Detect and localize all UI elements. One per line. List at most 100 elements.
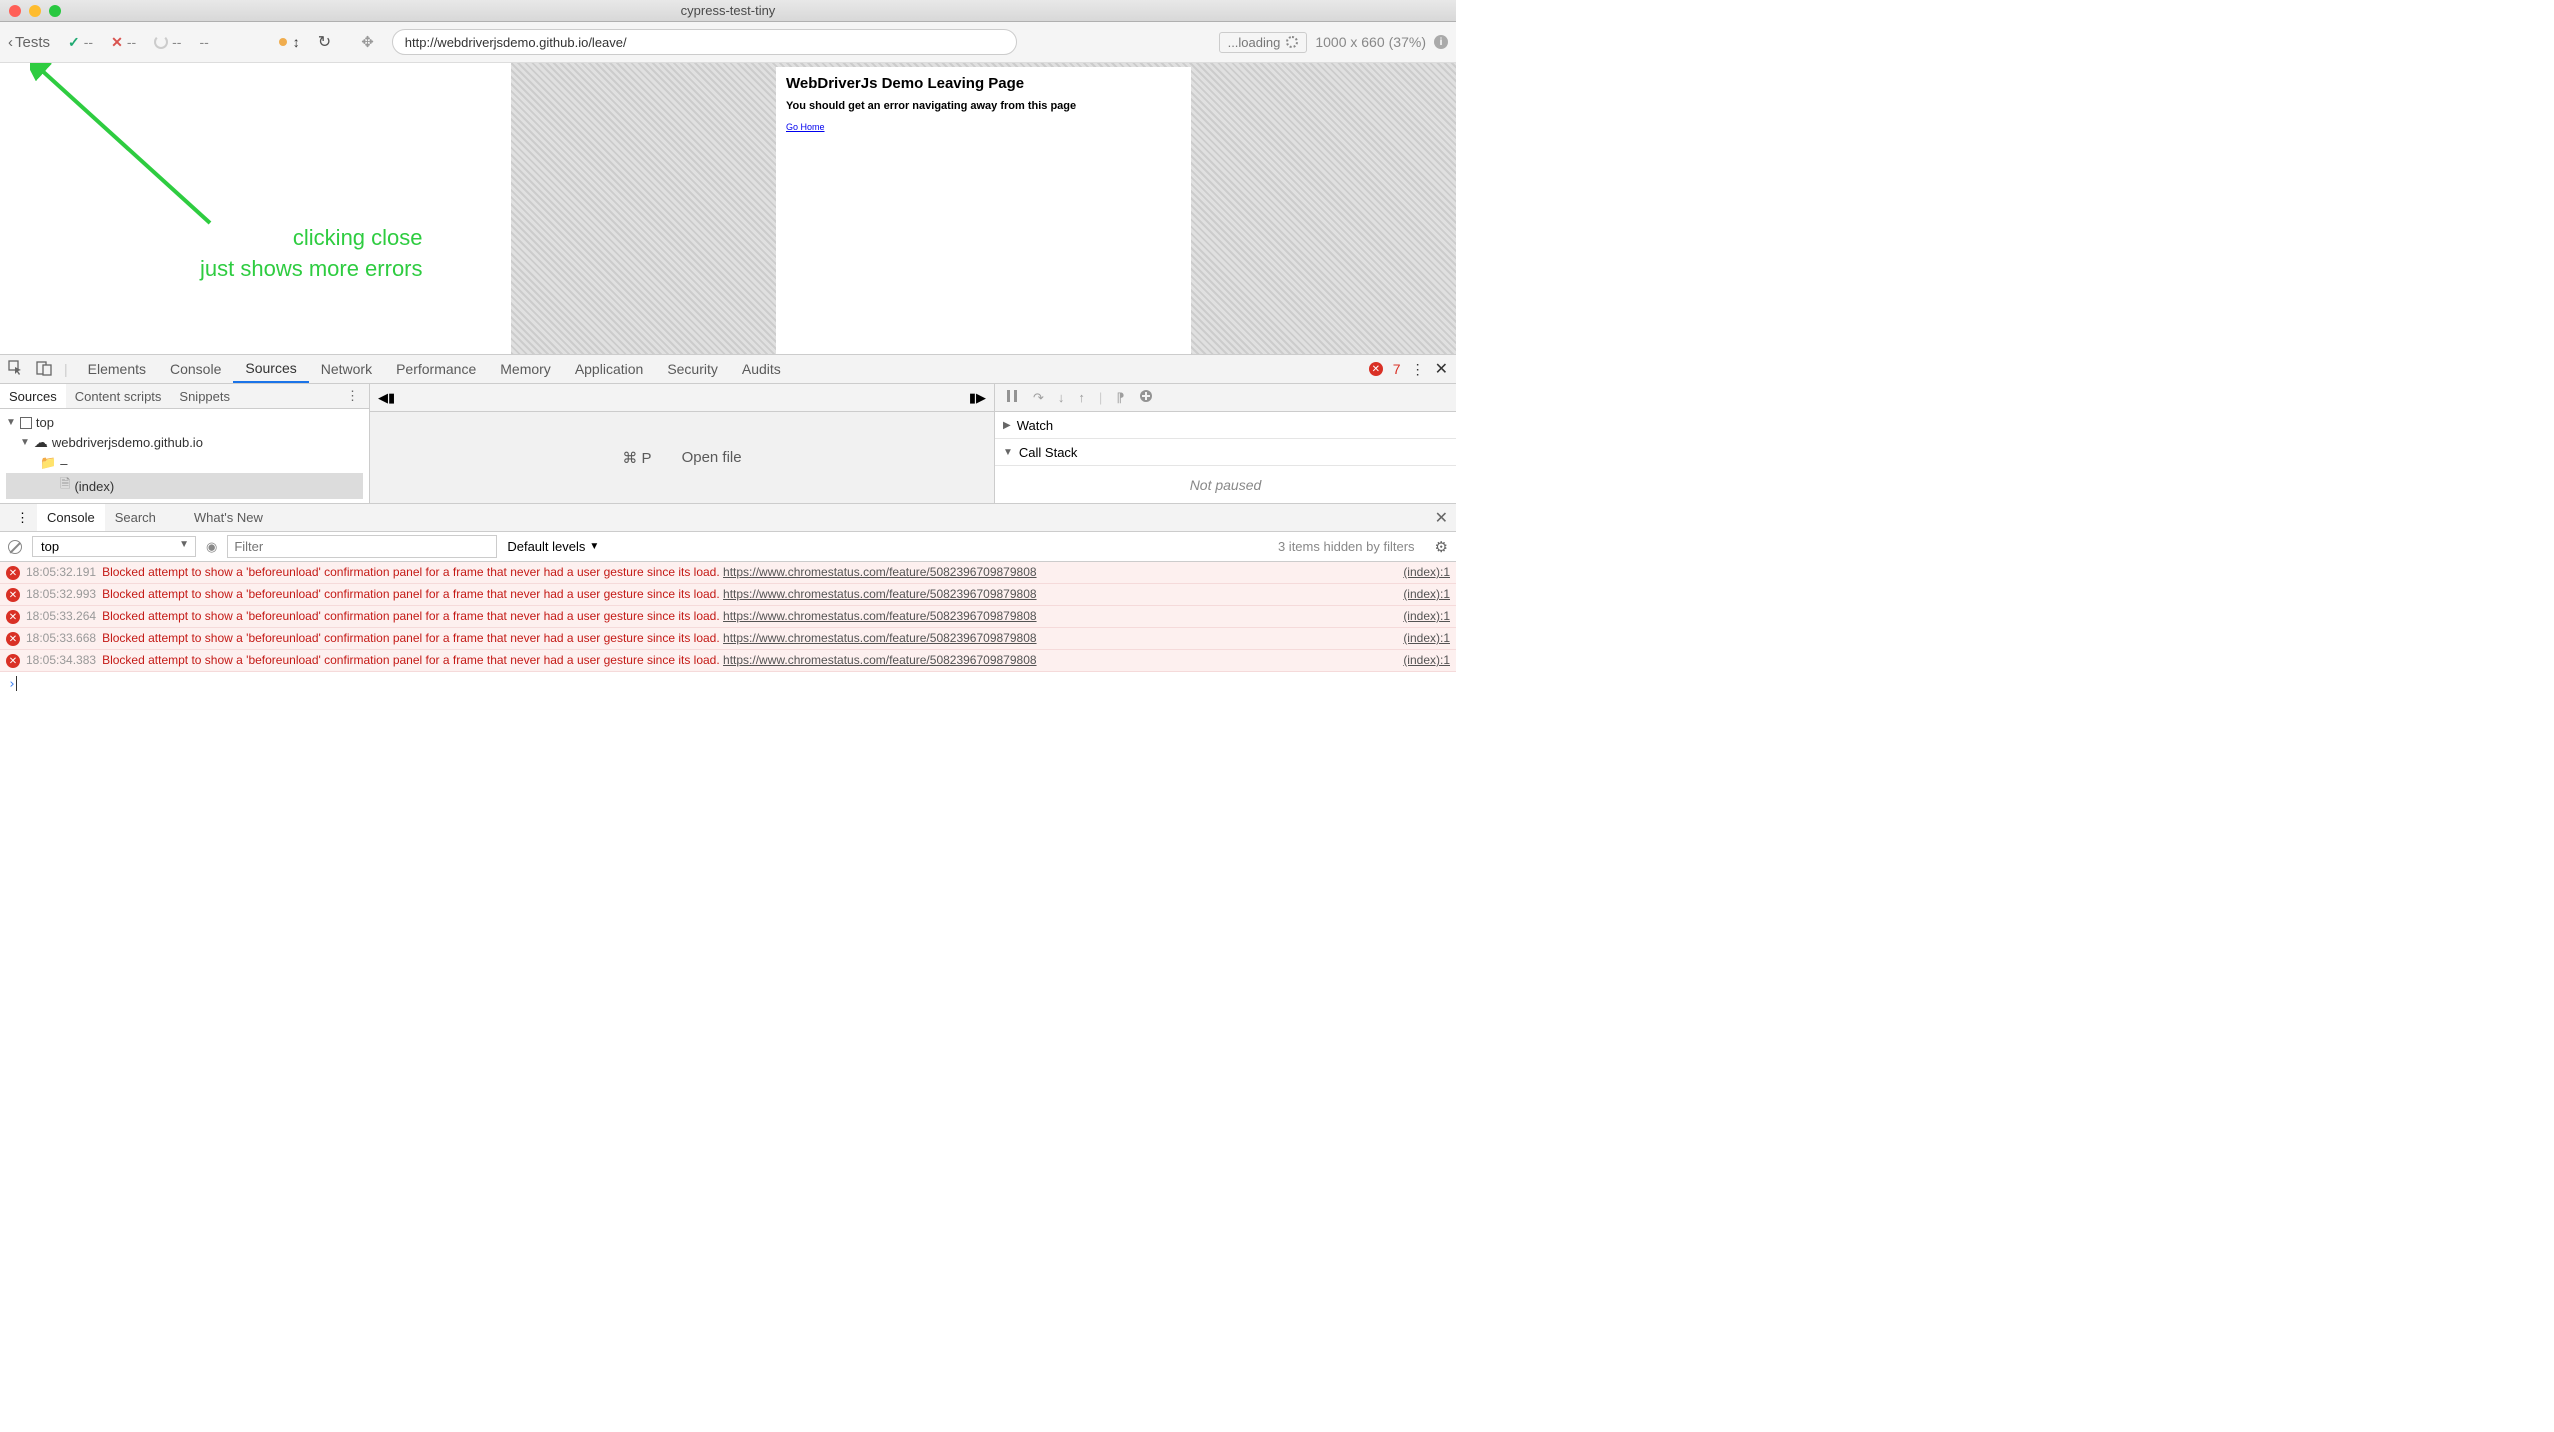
error-icon: ✕ [6,654,20,668]
tab-audits[interactable]: Audits [730,355,793,383]
viewport-size: 1000 x 660 [1315,34,1384,50]
console-error-row: ✕18:05:33.264Blocked attempt to show a '… [0,606,1456,628]
debugger-sidebar: ↷ ↓ ↑ | ⁋ ▶Watch ▼Call Stack Not paused [995,384,1456,503]
selector-playground-button[interactable]: ✥ [361,33,374,51]
drawer-tab-search[interactable]: Search [105,504,166,531]
x-icon: ✕ [111,34,123,51]
loading-indicator: ...loading [1219,32,1308,53]
context-selector[interactable]: top [32,536,196,557]
page-heading: WebDriverJs Demo Leaving Page [786,75,1181,92]
error-icon: ✕ [6,588,20,602]
pause-on-exceptions-button[interactable] [1139,389,1153,406]
tab-network[interactable]: Network [309,355,384,383]
log-timestamp: 18:05:33.668 [26,631,96,646]
auto-scroll-icon[interactable]: ↕ [293,34,300,50]
error-icon: ✕ [6,632,20,646]
watch-section[interactable]: ▶Watch [995,412,1456,439]
log-timestamp: 18:05:32.191 [26,565,96,580]
back-to-tests-button[interactable]: ‹ Tests [8,34,50,51]
log-link[interactable]: https://www.chromestatus.com/feature/508… [723,631,1037,645]
error-icon: ✕ [6,566,20,580]
log-source[interactable]: (index):1 [1403,609,1450,624]
tab-security[interactable]: Security [655,355,730,383]
eye-icon[interactable]: ◉ [206,539,217,555]
device-toolbar-icon[interactable] [36,360,52,379]
close-devtools-button[interactable]: ✕ [1435,359,1448,379]
fail-count: -- [127,34,136,50]
open-file-label[interactable]: Open file [682,449,742,466]
show-debugger-icon[interactable]: ▮▶ [969,390,986,406]
sources-more-icon[interactable]: ⋮ [336,388,369,404]
reload-button[interactable]: ↻ [318,32,331,52]
sources-subtabs: Sources Content scripts Snippets ⋮ [0,384,369,409]
tab-elements[interactable]: Elements [76,355,158,383]
step-into-button[interactable]: ↓ [1058,390,1065,405]
annotation-line2: just shows more errors [200,254,423,285]
console-settings-icon[interactable]: ⚙ [1435,538,1448,556]
duration: -- [199,34,208,50]
subtab-sources[interactable]: Sources [0,384,66,408]
callstack-section[interactable]: ▼Call Stack [995,439,1456,466]
tab-performance[interactable]: Performance [384,355,488,383]
log-timestamp: 18:05:32.993 [26,587,96,602]
log-source[interactable]: (index):1 [1403,631,1450,646]
minimize-window-button[interactable] [29,5,41,17]
log-source[interactable]: (index):1 [1403,653,1450,668]
console-error-row: ✕ 18:05:33.668 Blocked attempt to show a '… [0,628,1456,650]
log-link[interactable]: https://www.chromestatus.com/feature/508… [723,609,1037,623]
close-window-button[interactable] [9,5,21,17]
log-message: Blocked attempt to show a 'beforeunload'… [102,653,1393,668]
subtab-snippets[interactable]: Snippets [170,384,239,408]
tree-top[interactable]: ▼top [6,413,363,432]
step-over-button[interactable]: ↷ [1033,390,1044,406]
deactivate-breakpoints-button[interactable]: ⁋ [1116,390,1124,406]
error-badge-icon[interactable]: ✕ [1369,362,1383,376]
log-link[interactable]: https://www.chromestatus.com/feature/508… [723,587,1037,601]
console-log: ✕ 18:05:32.191 Blocked attempt to show a '… [0,562,1456,672]
drawer-tab-whatsnew[interactable]: What's New [184,504,273,531]
pause-button[interactable] [1005,389,1019,406]
inspect-element-icon[interactable] [8,360,24,379]
folder-icon: 📁 [40,455,56,471]
info-icon: i [1434,35,1448,49]
hidden-items-label[interactable]: 3 items hidden by filters [1278,539,1415,554]
kebab-menu-icon[interactable]: ⋮ [1411,361,1425,378]
frame-icon [20,417,32,429]
separator: | [64,361,68,377]
drawer-tab-console[interactable]: Console [37,504,105,531]
console-prompt[interactable]: › [0,672,1456,696]
maximize-window-button[interactable] [49,5,61,17]
pending-icon [154,35,168,49]
tree-file-index[interactable]: 🗎(index) [6,473,363,499]
console-filter-input[interactable] [227,535,497,558]
step-out-button[interactable]: ↑ [1078,390,1085,405]
url-bar[interactable]: http://webdriverjsdemo.github.io/leave/ [392,29,1017,55]
app-under-test: WebDriverJs Demo Leaving Page You should… [776,67,1191,354]
annotation-line1: clicking close [200,223,423,254]
show-navigator-icon[interactable]: ◀▮ [378,390,395,406]
file-icon: 🗎 [60,475,70,497]
drawer-more-icon[interactable]: ⋮ [8,510,37,526]
log-source[interactable]: (index):1 [1403,565,1450,580]
viewport-info[interactable]: 1000 x 660 (37%) i [1315,34,1448,50]
tree-folder[interactable]: 📁– [6,453,363,473]
drawer-close-button[interactable]: ✕ [1435,508,1448,528]
tab-sources[interactable]: Sources [233,355,308,383]
log-source[interactable]: (index):1 [1403,587,1450,602]
log-link[interactable]: https://www.chromestatus.com/feature/508… [723,565,1037,579]
subtab-content-scripts[interactable]: Content scripts [66,384,171,408]
status-dot-icon [279,38,287,46]
tab-memory[interactable]: Memory [488,355,563,383]
go-home-link[interactable]: Go Home [786,122,825,132]
log-levels-selector[interactable]: Default levels▼ [507,539,599,554]
log-message: Blocked attempt to show a 'beforeunload'… [102,631,1393,646]
clear-console-button[interactable] [8,540,22,554]
window-title: cypress-test-tiny [681,3,776,18]
tab-console[interactable]: Console [158,355,233,383]
error-count[interactable]: 7 [1393,361,1401,377]
log-link[interactable]: https://www.chromestatus.com/feature/508… [723,653,1037,667]
tab-application[interactable]: Application [563,355,656,383]
sources-navigator: Sources Content scripts Snippets ⋮ ▼top … [0,384,370,503]
tree-domain[interactable]: ▼☁webdriverjsdemo.github.io [6,432,363,453]
app-area: clicking close just shows more errors We… [0,63,1456,354]
